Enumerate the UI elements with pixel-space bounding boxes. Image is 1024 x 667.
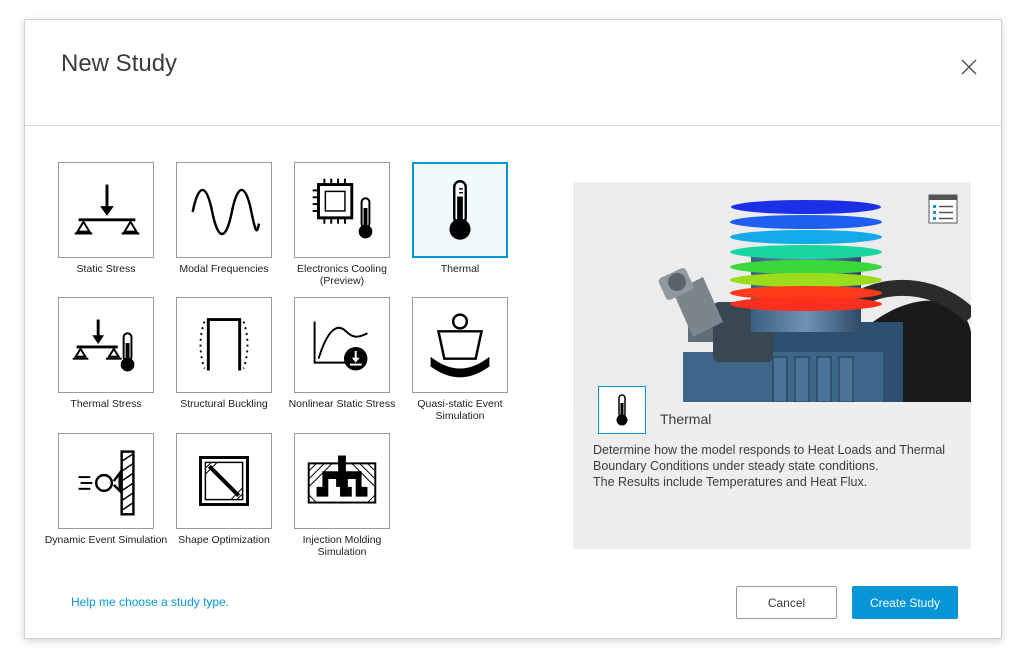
thermometer-icon: [449, 180, 471, 240]
study-preview-image: [573, 182, 971, 402]
close-button[interactable]: [959, 57, 979, 77]
study-type-label: Electronics Cooling (Preview): [297, 263, 387, 287]
nonlinear-static-stress-icon: [313, 321, 368, 371]
study-type-tile[interactable]: [294, 297, 390, 393]
study-type-tile[interactable]: [294, 433, 390, 529]
study-type-label: Thermal: [440, 263, 480, 275]
preview-study-name: Thermal: [660, 411, 712, 427]
study-type-label: Static Stress: [76, 263, 136, 275]
cancel-button[interactable]: Cancel: [736, 586, 837, 619]
quasi-static-event-icon: [430, 313, 490, 378]
study-type-label: Injection Molding Simulation: [302, 534, 382, 558]
study-type-label: Shape Optimization: [178, 534, 270, 546]
study-type-label: Thermal Stress: [70, 398, 142, 410]
injection-molding-icon: [307, 455, 377, 504]
study-preview-panel: Thermal Determine how the model responds…: [573, 182, 971, 549]
electronics-cooling-icon: [312, 178, 373, 239]
study-type-label: Modal Frequencies: [179, 263, 269, 275]
study-type-tile[interactable]: [176, 162, 272, 258]
study-type-tile[interactable]: [58, 162, 154, 258]
engine-thermal-render: [573, 182, 971, 402]
study-type-tile-selected[interactable]: [412, 162, 508, 258]
study-type-tile[interactable]: [412, 297, 508, 393]
study-type-label: Dynamic Event Simulation: [44, 534, 168, 546]
new-study-dialog: New Study Static Stress Modal Frequencie…: [24, 19, 1002, 639]
study-type-label: Structural Buckling: [180, 398, 268, 410]
dynamic-event-icon: [78, 450, 135, 516]
study-type-tile[interactable]: [58, 297, 154, 393]
study-type-tile[interactable]: [176, 433, 272, 529]
structural-buckling-icon: [199, 318, 249, 371]
dialog-title: New Study: [61, 50, 178, 77]
study-type-tile[interactable]: [58, 433, 154, 529]
preview-description-line: The Results include Temperatures and Hea…: [593, 475, 868, 489]
study-type-tile[interactable]: [176, 297, 272, 393]
preview-study-icon: [598, 386, 646, 434]
close-icon: [961, 59, 977, 75]
study-type-label: Nonlinear Static Stress: [288, 398, 396, 410]
study-type-tile[interactable]: [294, 162, 390, 258]
modal-frequencies-icon: [191, 188, 261, 235]
preview-description-line: Determine how the model responds to Heat…: [593, 443, 946, 473]
shape-optimization-icon: [199, 456, 249, 506]
thermometer-icon: [616, 394, 628, 426]
static-stress-icon: [74, 184, 140, 235]
study-type-label: Quasi-static Event Simulation: [417, 398, 503, 422]
thermal-stress-icon: [72, 319, 135, 372]
create-study-button[interactable]: Create Study: [852, 586, 958, 619]
dialog-header: New Study: [25, 20, 1001, 126]
help-choose-study-link[interactable]: Help me choose a study type.: [71, 595, 229, 609]
preview-description: Determine how the model responds to Heat…: [593, 442, 953, 490]
